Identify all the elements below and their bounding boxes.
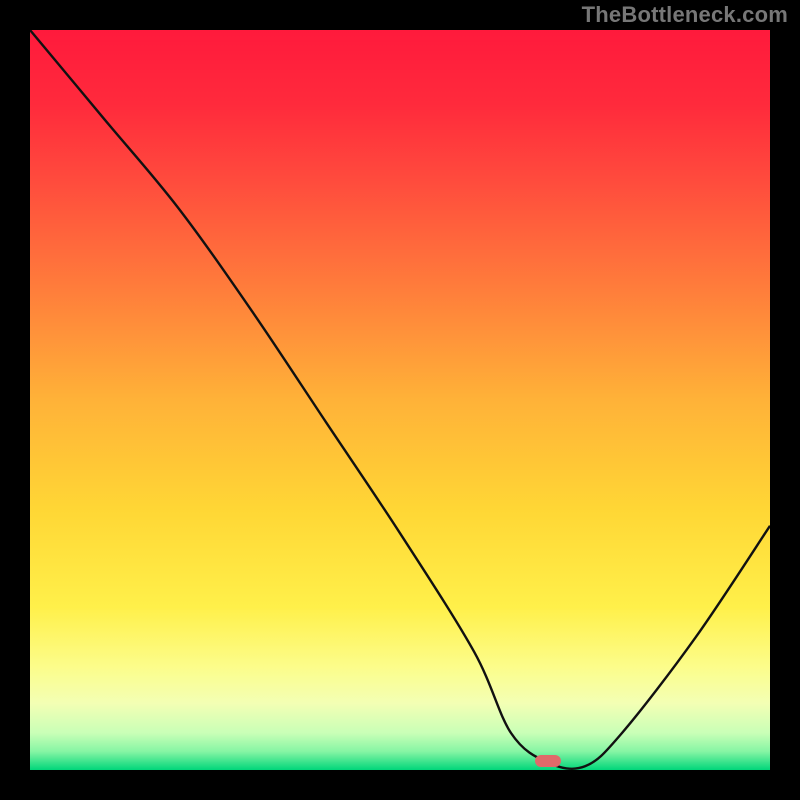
chart-frame: TheBottleneck.com xyxy=(0,0,800,800)
gradient-rect xyxy=(30,30,770,770)
plot-area xyxy=(30,30,770,770)
watermark-text: TheBottleneck.com xyxy=(582,2,788,28)
optimal-marker xyxy=(535,755,561,767)
background-gradient xyxy=(30,30,770,770)
